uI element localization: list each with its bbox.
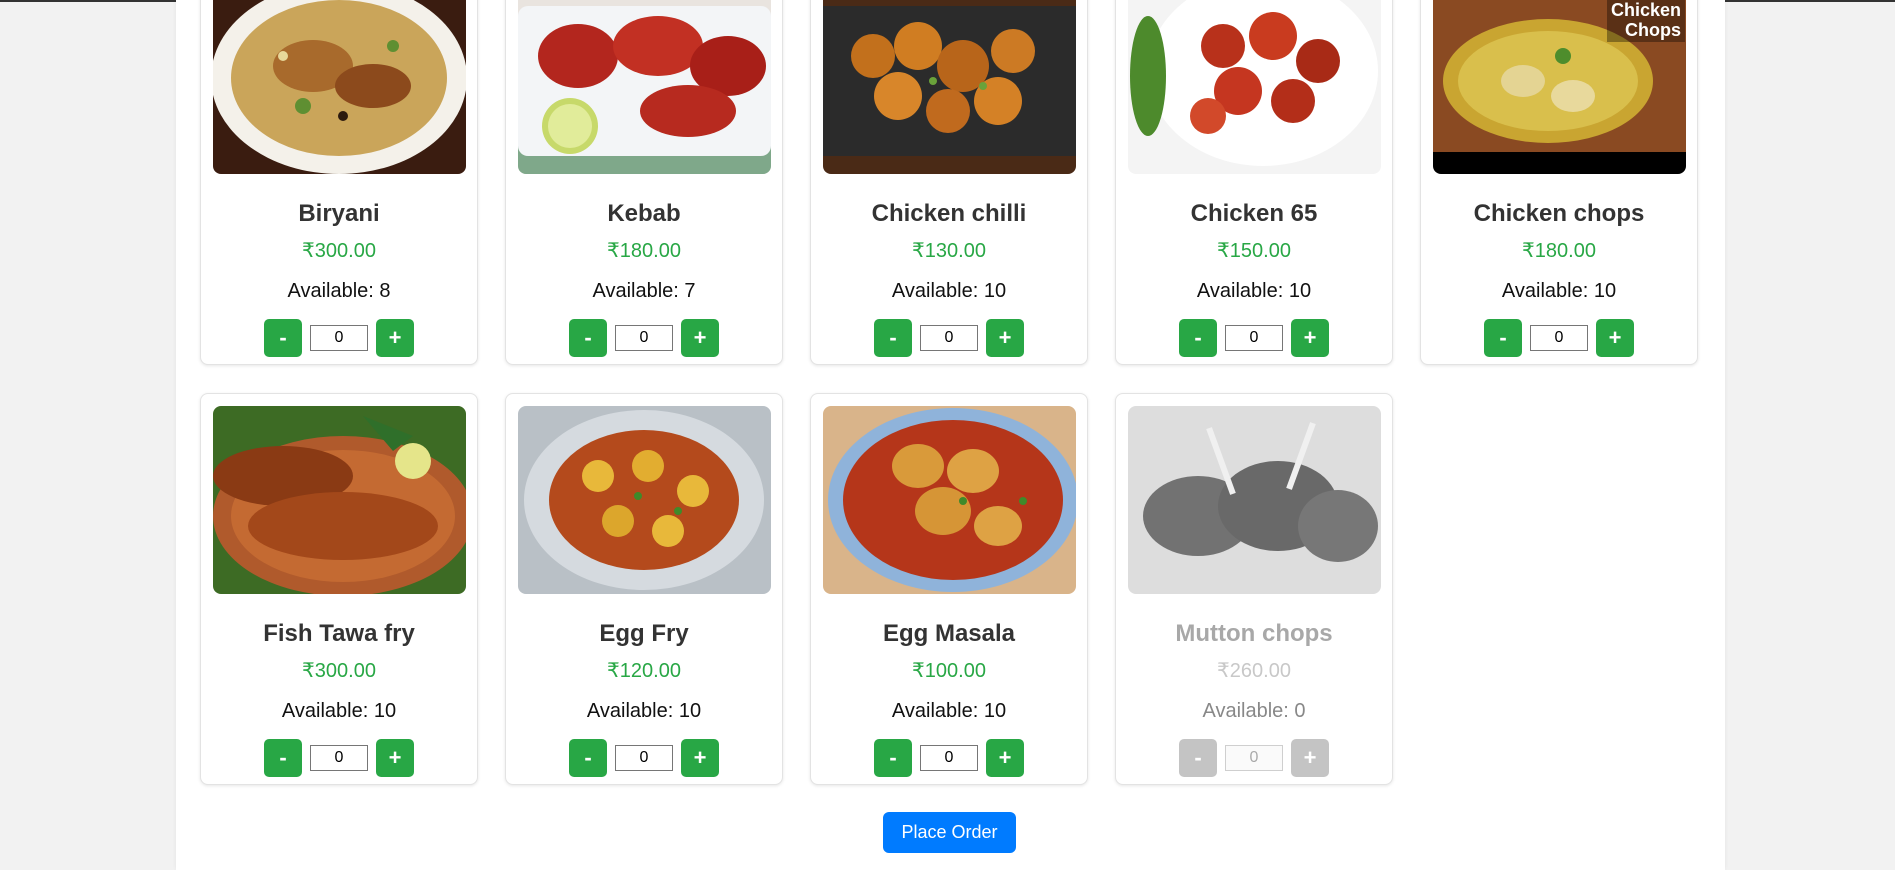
- svg-text:Chicken: Chicken: [1611, 0, 1681, 20]
- quantity-stepper: - +: [201, 739, 477, 777]
- item-price: ₹260.00: [1217, 660, 1291, 682]
- quantity-input[interactable]: [1530, 325, 1588, 351]
- egg-masala-image: [823, 406, 1076, 594]
- item-price: ₹180.00: [607, 240, 681, 262]
- quantity-stepper: - +: [1421, 319, 1697, 357]
- item-availability: Available: 7: [592, 280, 696, 302]
- increase-quantity-button[interactable]: +: [681, 739, 719, 777]
- quantity-input[interactable]: [920, 745, 978, 771]
- quantity-stepper: - +: [811, 319, 1087, 357]
- decrease-quantity-button[interactable]: -: [1179, 319, 1217, 357]
- item-name: Egg Fry: [599, 620, 689, 647]
- chicken-chilli-image: [823, 0, 1076, 174]
- biryani-image: [213, 0, 466, 174]
- chicken-65-image: [1128, 0, 1381, 174]
- svg-text:Chops: Chops: [1625, 20, 1681, 40]
- item-price: ₹130.00: [912, 240, 986, 262]
- quantity-input[interactable]: [310, 745, 368, 771]
- quantity-stepper: - +: [201, 319, 477, 357]
- kebab-image: [518, 0, 771, 174]
- quantity-input[interactable]: [920, 325, 978, 351]
- menu-grid: Biryani ₹300.00 Available: 8 - +: [176, 0, 1725, 870]
- item-name: Kebab: [607, 200, 681, 227]
- increase-quantity-button[interactable]: +: [1291, 319, 1329, 357]
- item-price: ₹180.00: [1522, 240, 1596, 262]
- item-availability: Available: 0: [1202, 700, 1306, 722]
- increase-quantity-button[interactable]: +: [681, 319, 719, 357]
- increase-quantity-button[interactable]: +: [1596, 319, 1634, 357]
- decrease-quantity-button[interactable]: -: [874, 739, 912, 777]
- decrease-quantity-button[interactable]: -: [1484, 319, 1522, 357]
- increase-quantity-button[interactable]: +: [986, 739, 1024, 777]
- decrease-quantity-button[interactable]: -: [569, 739, 607, 777]
- item-availability: Available: 10: [1501, 280, 1617, 302]
- menu-item-card: Chicken Chops Chicken chops ₹180.00 Avai…: [1420, 0, 1698, 365]
- menu-item-card: Biryani ₹300.00 Available: 8 - +: [200, 0, 478, 365]
- quantity-input[interactable]: [615, 745, 673, 771]
- chicken-chops-image: Chicken Chops: [1433, 0, 1686, 174]
- item-name: Chicken chops: [1473, 200, 1645, 227]
- quantity-stepper: - +: [811, 739, 1087, 777]
- menu-item-card: Egg Fry ₹120.00 Available: 10 - +: [505, 393, 783, 785]
- increase-quantity-button[interactable]: +: [1291, 739, 1329, 777]
- decrease-quantity-button[interactable]: -: [569, 319, 607, 357]
- quantity-stepper: - +: [1116, 319, 1392, 357]
- decrease-quantity-button[interactable]: -: [264, 739, 302, 777]
- decrease-quantity-button[interactable]: -: [874, 319, 912, 357]
- item-price: ₹300.00: [302, 240, 376, 262]
- place-order-button[interactable]: Place Order: [883, 812, 1016, 853]
- egg-fry-image: [518, 406, 771, 594]
- mutton-chops-image: [1128, 406, 1381, 594]
- menu-item-card: Kebab ₹180.00 Available: 7 - +: [505, 0, 783, 365]
- quantity-stepper: - +: [1116, 739, 1392, 777]
- item-name: Mutton chops: [1175, 620, 1333, 647]
- quantity-stepper: - +: [506, 319, 782, 357]
- item-name: Chicken 65: [1190, 200, 1318, 227]
- menu-item-card: Egg Masala ₹100.00 Available: 10 - +: [810, 393, 1088, 785]
- increase-quantity-button[interactable]: +: [376, 739, 414, 777]
- item-name: Fish Tawa fry: [263, 620, 415, 647]
- quantity-input[interactable]: [1225, 325, 1283, 351]
- increase-quantity-button[interactable]: +: [376, 319, 414, 357]
- menu-container: Biryani ₹300.00 Available: 8 - +: [176, 0, 1725, 870]
- menu-item-card: Chicken chilli ₹130.00 Available: 10 - +: [810, 0, 1088, 365]
- item-price: ₹300.00: [302, 660, 376, 682]
- increase-quantity-button[interactable]: +: [986, 319, 1024, 357]
- item-name: Chicken chilli: [871, 200, 1027, 227]
- quantity-stepper: - +: [506, 739, 782, 777]
- item-name: Egg Masala: [882, 620, 1016, 647]
- quantity-input[interactable]: [310, 325, 368, 351]
- fish-tawa-fry-image: [213, 406, 466, 594]
- item-name: Biryani: [298, 200, 380, 227]
- item-price: ₹150.00: [1217, 240, 1291, 262]
- quantity-input[interactable]: [615, 325, 673, 351]
- menu-item-card-disabled: Mutton chops ₹260.00 Available: 0 - +: [1115, 393, 1393, 785]
- item-availability: Available: 8: [287, 280, 391, 302]
- item-availability: Available: 10: [1196, 280, 1312, 302]
- item-availability: Available: 10: [891, 280, 1007, 302]
- quantity-input[interactable]: [1225, 745, 1283, 771]
- item-availability: Available: 10: [281, 700, 397, 722]
- item-price: ₹120.00: [607, 660, 681, 682]
- item-availability: Available: 10: [586, 700, 702, 722]
- menu-item-card: Fish Tawa fry ₹300.00 Available: 10 - +: [200, 393, 478, 785]
- item-availability: Available: 10: [891, 700, 1007, 722]
- decrease-quantity-button[interactable]: -: [264, 319, 302, 357]
- item-price: ₹100.00: [912, 660, 986, 682]
- menu-item-card: Chicken 65 ₹150.00 Available: 10 - +: [1115, 0, 1393, 365]
- decrease-quantity-button[interactable]: -: [1179, 739, 1217, 777]
